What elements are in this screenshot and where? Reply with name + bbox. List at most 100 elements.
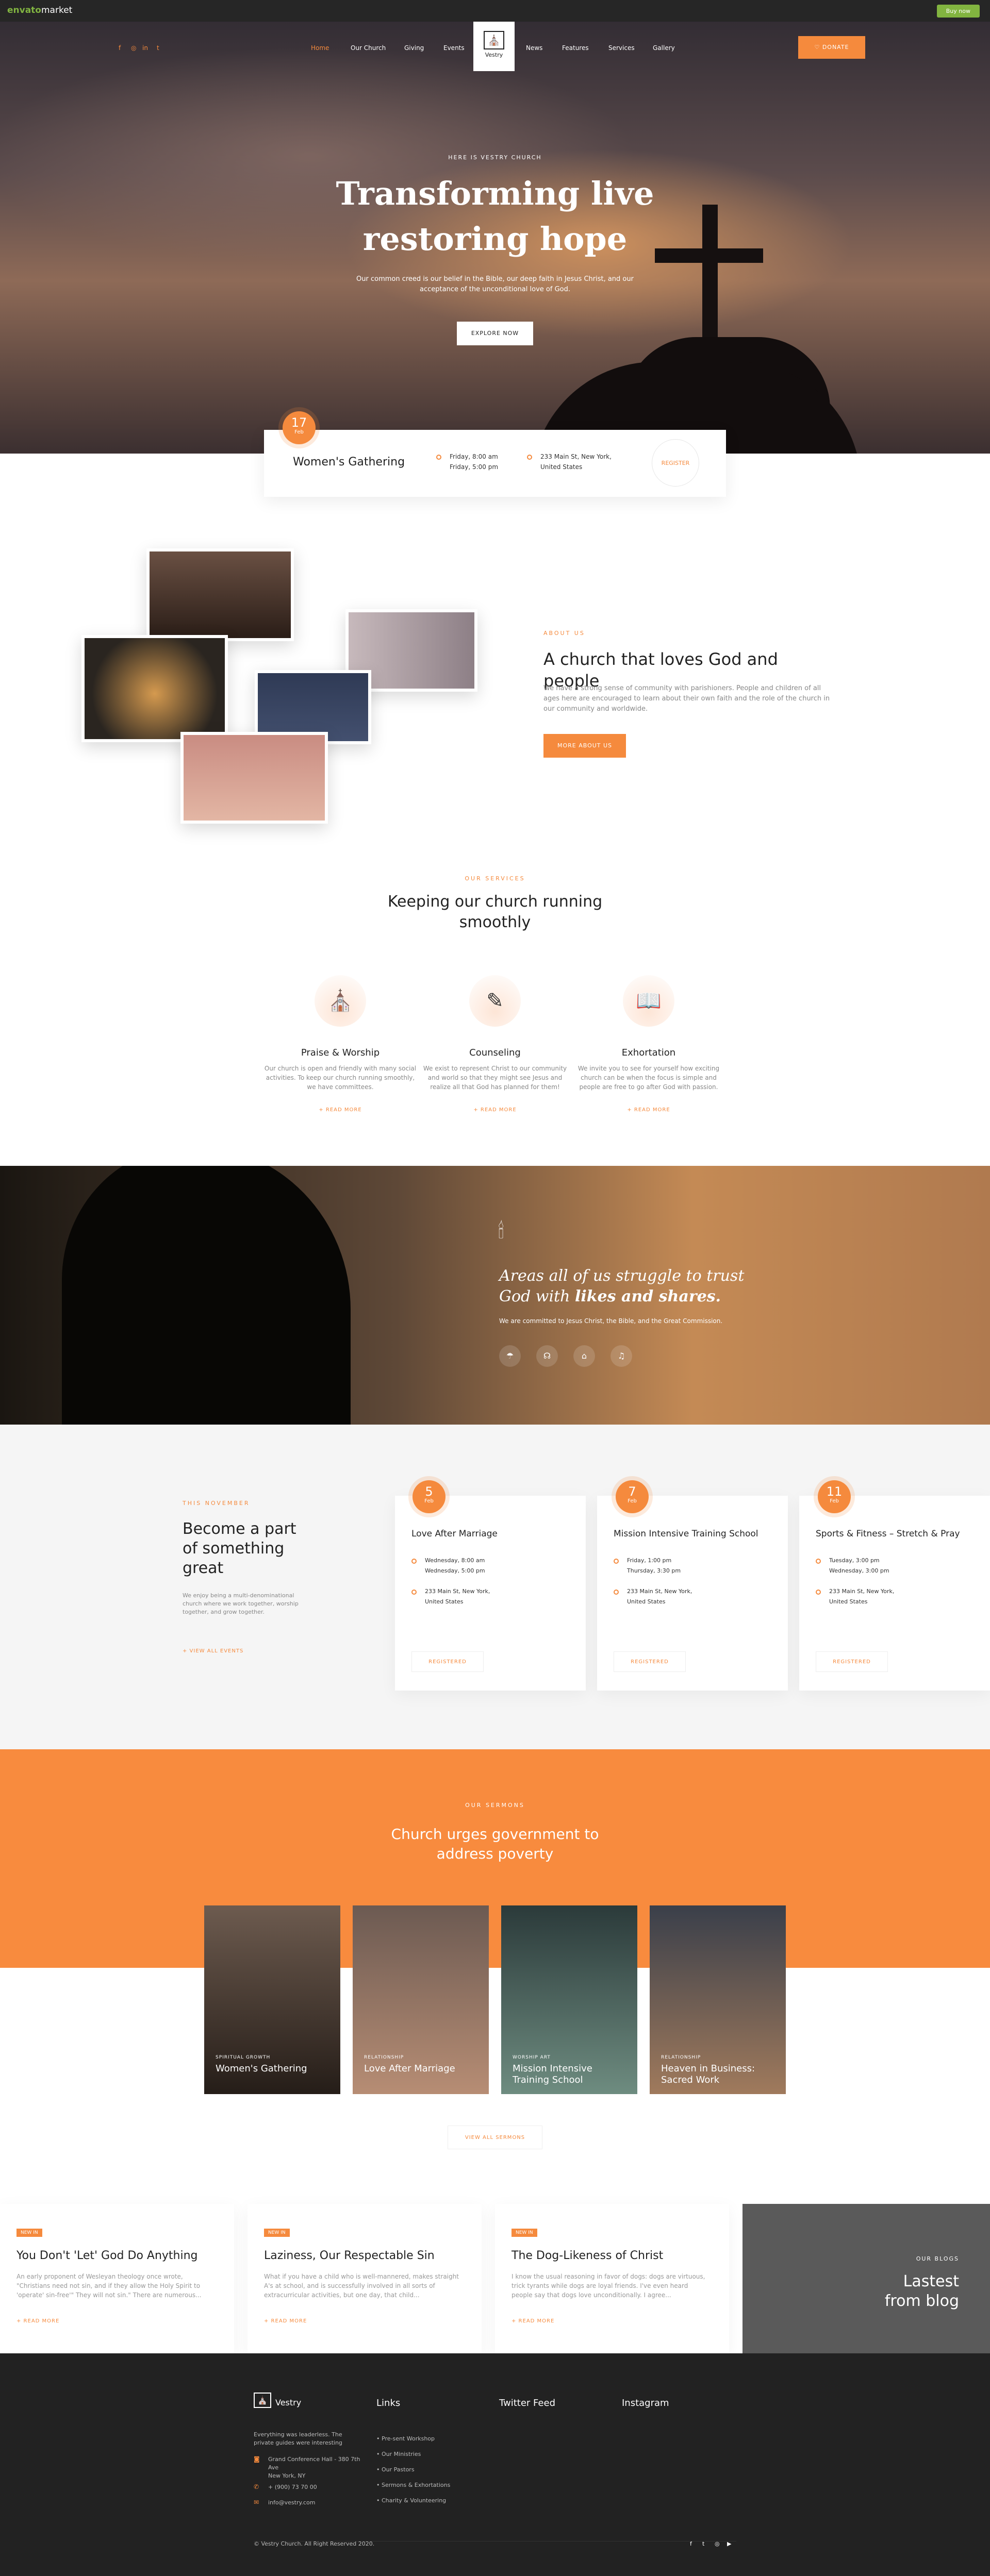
instagram-icon[interactable]: ◎ [131, 44, 136, 52]
sermon-name-2[interactable]: Love After Marriage [364, 2063, 477, 2075]
clock-icon [436, 455, 441, 460]
service-read-more-praise[interactable]: + READ MORE [263, 1107, 418, 1113]
footer-about: Everything was leaderless. The private g… [254, 2431, 342, 2446]
footer-link-3[interactable]: • Our Pastors [376, 2466, 415, 2474]
buy-now-button[interactable]: Buy now [936, 5, 980, 18]
headphones-icon[interactable]: ☊ [536, 1345, 558, 1367]
site-logo[interactable]: ⛪ Vestry [473, 22, 515, 71]
event-address-3: 233 Main St, New York, United States [829, 1588, 895, 1605]
about-photo-bible [146, 548, 294, 641]
nav-events[interactable]: Events [443, 44, 465, 52]
blog-read-more-1[interactable]: + READ MORE [16, 2318, 59, 2324]
quote-title: Areas all of us struggle to trust God wit… [499, 1267, 745, 1306]
event-date-1: 5 Feb [412, 1480, 446, 1513]
hero-section: f ◎ in t Home Our Church Giving Events N… [0, 22, 990, 454]
nav-our-church[interactable]: Our Church [351, 44, 386, 52]
footer: ⛪ Vestry Everything was leaderless. The … [0, 2353, 990, 2576]
service-text-praise: Our church is open and friendly with man… [264, 1065, 417, 1091]
linkedin-icon[interactable]: in [142, 44, 148, 52]
footer-address: Grand Conference Hall - 380 7th Ave New Y… [268, 2456, 360, 2479]
sermon-card-2[interactable]: RELATIONSHIP Love After Marriage [353, 1905, 489, 2094]
sermon-name-3[interactable]: Mission Intensive Training School [513, 2063, 626, 2086]
footer-link-2[interactable]: • Our Ministries [376, 2450, 421, 2458]
sermon-name-1[interactable]: Women's Gathering [216, 2063, 329, 2075]
view-all-events-link[interactable]: + VIEW ALL EVENTS [183, 1648, 243, 1654]
blog-read-more-2[interactable]: + READ MORE [264, 2318, 307, 2324]
blog-title-3[interactable]: The Dog-Likeness of Christ [512, 2249, 718, 2262]
sermons-title: Church urges government to address povert… [391, 1826, 599, 1862]
service-title-exhortation[interactable]: Exhortation [571, 1047, 726, 1058]
blog-text-1: An early proponent of Wesleyan theology … [16, 2273, 202, 2299]
footer-link-5[interactable]: • Charity & Volunteering [376, 2497, 446, 2505]
sermon-card-1[interactable]: SPIRITUAL GROWTH Women's Gathering [204, 1905, 340, 2094]
footer-copyright: © Vestry Church. All Right Reserved 2020… [254, 2540, 375, 2547]
clock-icon [614, 1559, 619, 1564]
footer-twitter-icon[interactable]: t [702, 2540, 704, 2548]
footer-phone[interactable]: + (900) 73 70 00 [268, 2483, 317, 2491]
service-read-more-exhortation[interactable]: + READ MORE [571, 1107, 726, 1113]
event-date-3: 11 Feb [818, 1480, 851, 1513]
nav-news[interactable]: News [526, 44, 542, 52]
sermon-category-4: RELATIONSHIP [661, 2055, 701, 2060]
footer-facebook-icon[interactable]: f [690, 2540, 692, 2548]
clock-icon [816, 1559, 821, 1564]
nav-gallery[interactable]: Gallery [653, 44, 675, 52]
event-register-button-2[interactable]: REGISTERED [614, 1651, 686, 1672]
twitter-icon[interactable]: t [157, 44, 159, 52]
sermon-name-4[interactable]: Heaven in Business: Sacred Work [661, 2063, 774, 2086]
donate-button[interactable]: ♡ DONATE [798, 36, 865, 59]
event-register-button-3[interactable]: REGISTERED [816, 1651, 888, 1672]
nav-home[interactable]: Home [311, 44, 329, 52]
event-title-3[interactable]: Sports & Fitness – Stretch & Pray [816, 1529, 960, 1539]
nav-giving[interactable]: Giving [404, 44, 424, 52]
footer-logo-icon: ⛪ [254, 2393, 271, 2408]
event-time-1: Wednesday, 8:00 am Wednesday, 5:00 pm [425, 1557, 485, 1574]
praise-worship-icon: ⛪ [315, 975, 366, 1027]
logo-mark-icon: ⛪ [484, 31, 504, 49]
event-time-2: Friday, 1:00 pm Thursday, 3:30 pm [627, 1557, 681, 1574]
nav-features[interactable]: Features [562, 44, 589, 52]
event-title-1[interactable]: Love After Marriage [411, 1529, 498, 1539]
featured-event-title[interactable]: Women's Gathering [293, 456, 405, 469]
footer-youtube-icon[interactable]: ▶ [727, 2540, 731, 2548]
view-all-sermons-button[interactable]: VIEW ALL SERMONS [448, 2126, 542, 2149]
service-title-counseling[interactable]: Counseling [418, 1047, 572, 1058]
footer-instagram-icon[interactable]: ◎ [715, 2540, 720, 2548]
footer-link-1[interactable]: • Pre-sent Workshop [376, 2435, 435, 2443]
home-icon[interactable]: ⌂ [573, 1345, 595, 1367]
events-text: We enjoy being a multi-denominational ch… [183, 1592, 299, 1615]
service-read-more-counseling[interactable]: + READ MORE [418, 1107, 572, 1113]
events-label: THIS NOVEMBER [183, 1500, 250, 1507]
location-icon [816, 1590, 821, 1595]
footer-brand: Vestry [275, 2398, 302, 2407]
sermon-category-1: SPIRITUAL GROWTH [216, 2055, 271, 2060]
location-icon [411, 1590, 417, 1595]
quote-desc: We are committed to Jesus Christ, the Bi… [499, 1317, 723, 1325]
hero-title: Transforming live restoring hope [336, 175, 654, 258]
event-address-2: 233 Main St, New York, United States [627, 1588, 692, 1605]
blog-read-more-3[interactable]: + READ MORE [512, 2318, 554, 2324]
sermon-card-4[interactable]: RELATIONSHIP Heaven in Business: Sacred … [650, 1905, 786, 2094]
service-title-praise[interactable]: Praise & Worship [263, 1047, 418, 1058]
event-card-2: Mission Intensive Training School Friday… [597, 1496, 788, 1691]
explore-now-button[interactable]: EXPLORE NOW [457, 322, 533, 345]
footer-link-4[interactable]: • Sermons & Exhortations [376, 2481, 450, 2489]
umbrella-icon[interactable]: ☂ [499, 1345, 521, 1367]
sermons-label: OUR SERMONS [465, 1802, 525, 1809]
event-time-3: Tuesday, 3:00 pm Wednesday, 3:00 pm [829, 1557, 889, 1574]
blog-title-2[interactable]: Laziness, Our Respectable Sin [264, 2249, 470, 2262]
facebook-icon[interactable]: f [119, 44, 121, 52]
footer-email[interactable]: info@vestry.com [268, 2499, 315, 2507]
silhouette-body [62, 1166, 351, 1425]
featured-register-button[interactable]: REGISTER [652, 439, 699, 487]
envato-logo[interactable]: envatomarket [7, 5, 72, 15]
nav-services[interactable]: Services [608, 44, 635, 52]
event-register-button-1[interactable]: REGISTERED [411, 1651, 484, 1672]
music-icon[interactable]: ♫ [610, 1345, 632, 1367]
event-title-2[interactable]: Mission Intensive Training School [614, 1529, 758, 1539]
more-about-us-button[interactable]: MORE ABOUT US [543, 734, 626, 758]
featured-event-time: Friday, 8:00 am Friday, 5:00 pm [450, 453, 499, 471]
blog-title-1[interactable]: You Don't 'Let' God Do Anything [16, 2249, 223, 2262]
sermon-card-3[interactable]: WORSHIP ART Mission Intensive Training S… [501, 1905, 637, 2094]
location-icon [614, 1590, 619, 1595]
